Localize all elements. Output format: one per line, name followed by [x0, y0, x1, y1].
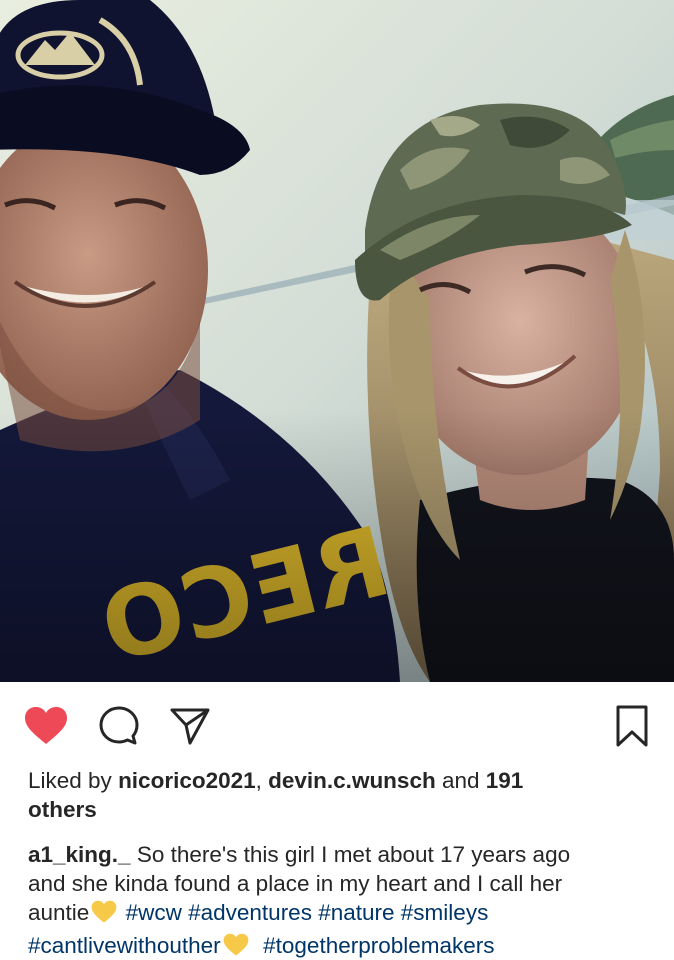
selfie-image: RECO [0, 0, 674, 682]
separator: , [255, 768, 269, 793]
caption-text: and she kinda found a place in my heart … [28, 871, 563, 896]
hashtag-link[interactable]: #smileys [401, 900, 489, 925]
post-photo[interactable]: RECO [0, 0, 674, 682]
yellow-heart-emoji [91, 900, 117, 931]
likes-summary: Liked by nicorico2021, devin.c.wunsch an… [28, 766, 648, 824]
hashtag-link[interactable]: #wcw [126, 900, 182, 925]
liker-username[interactable]: devin.c.wunsch [268, 768, 436, 793]
hashtag-link[interactable]: #nature [318, 900, 394, 925]
paper-plane-icon[interactable] [166, 702, 214, 750]
caption-text: auntie [28, 900, 90, 925]
action-bar [0, 682, 674, 764]
author-username[interactable]: a1_king._ [28, 842, 131, 867]
instagram-post: RECO [0, 0, 674, 960]
post-caption: a1_king._ So there's this girl I met abo… [28, 840, 658, 960]
yellow-heart-emoji [223, 933, 249, 960]
others-label[interactable]: others [28, 797, 97, 822]
hashtag-link[interactable]: #togetherproblemakers [263, 933, 494, 958]
liker-username[interactable]: nicorico2021 [118, 768, 256, 793]
hashtag-link[interactable]: #cantlivewithouther [28, 933, 221, 958]
caption-text: So there's this girl I met about 17 year… [130, 842, 571, 867]
bookmark-icon[interactable] [608, 702, 656, 750]
others-count[interactable]: 191 [486, 768, 524, 793]
and-label: and [435, 768, 486, 793]
comment-icon[interactable] [95, 702, 143, 750]
hashtag-link[interactable]: #adventures [188, 900, 312, 925]
liked-by-label: Liked by [28, 768, 119, 793]
heart-icon[interactable] [22, 702, 70, 750]
